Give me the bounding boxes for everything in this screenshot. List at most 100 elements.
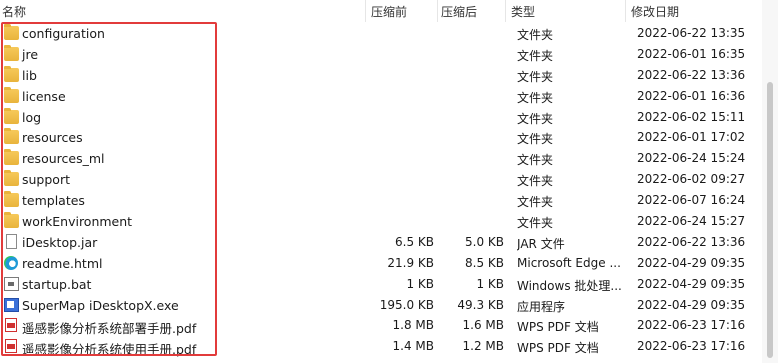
file-list: configuration 文件夹 2022-06-22 13:35 jre 文件夹 20… [0, 23, 762, 357]
column-divider[interactable] [625, 0, 626, 22]
file-row[interactable]: 遥感影像分析系统使用手册.pdf 1.4 MB 1.2 MB WPS PDF 文档 20… [0, 336, 762, 357]
file-name: iDesktop.jar [22, 234, 98, 250]
file-modified-date: 2022-06-02 09:27 [637, 172, 746, 187]
file-row[interactable]: resources 文件夹 2022-06-01 17:02 [0, 127, 762, 148]
pdf-icon [5, 318, 17, 333]
file-modified-date: 2022-06-01 16:35 [637, 46, 746, 61]
file-row[interactable]: resources_ml 文件夹 2022-06-24 15:24 [0, 148, 762, 169]
file-type: 文件夹 [517, 174, 554, 189]
file-name: resources_ml [22, 151, 105, 167]
file-name: startup.bat [22, 276, 92, 292]
folder-icon [4, 86, 19, 103]
edge-icon [4, 255, 18, 270]
file-row[interactable]: configuration 文件夹 2022-06-22 13:35 [0, 23, 762, 44]
column-divider[interactable] [365, 0, 366, 22]
file-row[interactable]: lib 文件夹 2022-06-22 13:36 [0, 65, 762, 86]
file-row[interactable]: iDesktop.jar 6.5 KB 5.0 KB JAR 文件 2022-06-22… [0, 232, 762, 253]
file-name: readme.html [22, 255, 103, 271]
column-header-compressed[interactable]: 压缩前 [371, 3, 407, 20]
file-modified-date: 2022-06-22 13:35 [637, 26, 746, 40]
file-modified-date: 2022-06-23 17:16 [637, 339, 746, 354]
folder-icon [4, 128, 19, 145]
file-type: 文件夹 [517, 132, 554, 147]
file-row[interactable]: log 文件夹 2022-06-02 15:11 [0, 107, 762, 128]
file-size: 1.2 MB [462, 339, 504, 354]
pdf-icon [5, 339, 17, 354]
file-row[interactable]: templates 文件夹 2022-06-07 16:24 [0, 190, 762, 211]
vertical-scrollbar[interactable] [762, 0, 778, 363]
file-compressed-size: 6.5 KB [395, 234, 434, 249]
file-modified-date: 2022-04-29 09:35 [637, 255, 746, 270]
file-type: 文件夹 [517, 28, 554, 42]
folder-icon [4, 212, 19, 229]
file-size: 1.6 MB [462, 318, 504, 333]
file-name: log [22, 109, 42, 125]
file-modified-date: 2022-06-24 15:27 [637, 214, 746, 229]
file-row[interactable]: license 文件夹 2022-06-01 16:36 [0, 86, 762, 107]
file-size: 8.5 KB [465, 255, 504, 270]
file-name: templates [22, 193, 85, 209]
folder-icon [4, 191, 19, 208]
column-header-bar: 名称 压缩前 压缩后 类型 修改日期 [0, 0, 762, 22]
file-type: 文件夹 [517, 195, 554, 210]
file-compressed-size: 1 KB [406, 276, 434, 291]
file-compressed-size: 1.4 MB [392, 339, 434, 354]
folder-icon [4, 107, 19, 124]
file-name: lib [22, 67, 37, 83]
file-name: 遥感影像分析系统部署手册.pdf [22, 321, 197, 337]
file-row[interactable]: jre 文件夹 2022-06-01 16:35 [0, 44, 762, 65]
file-row[interactable]: 遥感影像分析系统部署手册.pdf 1.8 MB 1.6 MB WPS PDF 文档 20… [0, 315, 762, 336]
file-type: WPS PDF 文档 [517, 341, 599, 356]
file-size: 49.3 KB [457, 297, 504, 312]
column-header-modified[interactable]: 修改日期 [631, 3, 679, 20]
file-modified-date: 2022-06-23 17:16 [637, 318, 746, 333]
file-type: 应用程序 [517, 299, 566, 314]
column-header-name[interactable]: 名称 [2, 3, 26, 20]
file-row[interactable]: startup.bat 1 KB 1 KB Windows 批处理... 2022-04… [0, 274, 762, 295]
file-modified-date: 2022-06-02 15:11 [637, 109, 746, 124]
file-row[interactable]: workEnvironment 文件夹 2022-06-24 15:27 [0, 211, 762, 232]
file-row[interactable]: readme.html 21.9 KB 8.5 KB Microsoft Edge .… [0, 253, 762, 274]
file-type: Microsoft Edge ... [517, 255, 621, 270]
file-name: support [22, 172, 70, 188]
file-compressed-size: 21.9 KB [387, 255, 434, 270]
file-name: 遥感影像分析系统使用手册.pdf [22, 342, 197, 358]
file-modified-date: 2022-04-29 09:35 [637, 276, 746, 291]
file-type: 文件夹 [517, 216, 554, 231]
folder-icon [4, 24, 19, 40]
file-type: 文件夹 [517, 90, 554, 105]
file-list-window: 名称 压缩前 压缩后 类型 修改日期 configuration 文件夹 2022-… [0, 0, 778, 363]
file-modified-date: 2022-06-22 13:36 [637, 67, 746, 82]
file-modified-date: 2022-06-24 15:24 [637, 151, 746, 166]
file-row[interactable]: SuperMap iDesktopX.exe 195.0 KB 49.3 KB 应用程… [0, 295, 762, 316]
column-divider[interactable] [437, 0, 438, 22]
scrollbar-thumb[interactable] [767, 82, 773, 358]
file-name: workEnvironment [22, 214, 133, 230]
file-modified-date: 2022-06-01 16:36 [637, 88, 746, 103]
file-type: 文件夹 [517, 111, 554, 126]
file-modified-date: 2022-06-07 16:24 [637, 193, 746, 208]
file-type: JAR 文件 [517, 236, 565, 251]
file-type: 文件夹 [517, 153, 554, 168]
file-type: 文件夹 [517, 69, 554, 84]
file-compressed-size: 195.0 KB [379, 297, 434, 312]
file-type: 文件夹 [517, 48, 554, 63]
file-name: license [22, 88, 66, 104]
folder-icon [4, 44, 19, 61]
file-name: jre [22, 46, 39, 62]
file-row[interactable]: support 文件夹 2022-06-02 09:27 [0, 169, 762, 190]
folder-icon [4, 65, 19, 82]
file-modified-date: 2022-06-01 17:02 [637, 130, 746, 145]
column-divider[interactable] [505, 0, 506, 22]
column-header-size[interactable]: 压缩后 [441, 3, 477, 20]
file-modified-date: 2022-06-22 13:36 [637, 234, 746, 249]
folder-icon [4, 149, 19, 166]
file-size: 1 KB [476, 276, 504, 291]
file-icon [6, 233, 17, 249]
file-size: 5.0 KB [465, 234, 504, 249]
file-name: configuration [22, 26, 105, 41]
column-header-type[interactable]: 类型 [511, 3, 535, 20]
file-modified-date: 2022-04-29 09:35 [637, 297, 746, 312]
file-type: WPS PDF 文档 [517, 320, 599, 335]
folder-icon [4, 170, 19, 187]
